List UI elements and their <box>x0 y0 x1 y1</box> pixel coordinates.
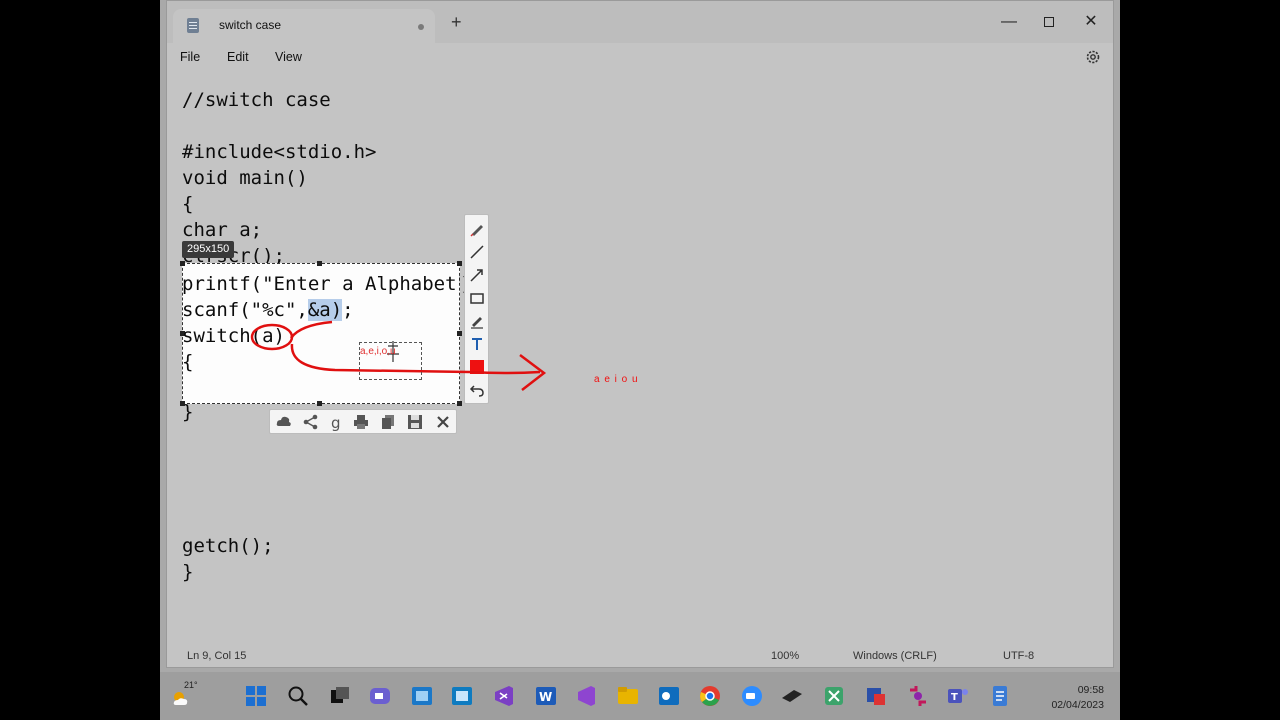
code-line: char a; <box>182 219 263 241</box>
code-line-scanf: scanf("%c",&a); <box>182 297 354 323</box>
rectangle-icon[interactable] <box>468 289 486 307</box>
color-picker-icon[interactable] <box>468 358 486 376</box>
line-ending[interactable]: Windows (CRLF) <box>853 650 937 662</box>
menu-view[interactable]: View <box>275 50 302 64</box>
svg-text:g: g <box>331 414 341 431</box>
app-icon[interactable] <box>450 684 474 708</box>
undo-icon[interactable] <box>468 381 486 399</box>
outlook-icon[interactable] <box>657 684 681 708</box>
maximize-icon <box>1044 16 1054 27</box>
snip-sketch-icon[interactable] <box>906 684 930 708</box>
scanf-prefix: scanf("%c", <box>182 299 308 321</box>
clock-date: 02/04/2023 <box>1051 699 1104 711</box>
text-icon[interactable] <box>468 335 486 353</box>
code-line: void main() <box>182 167 308 189</box>
svg-text:T: T <box>951 692 958 703</box>
code-line: #include<stdio.h> <box>182 141 377 163</box>
close-snip-icon[interactable] <box>434 413 452 431</box>
unsaved-dot-icon[interactable] <box>418 24 424 30</box>
arrow-icon[interactable] <box>468 266 486 284</box>
code-line: switch(a) <box>182 325 285 347</box>
code-line: printf("Enter a Alphabet"); <box>182 273 460 295</box>
document-tab[interactable]: switch case <box>173 9 435 43</box>
zoom-level[interactable]: 100% <box>771 650 799 662</box>
google-search-icon[interactable]: g <box>327 413 345 431</box>
taskbar: 21° W T 09:58 02/04/2023 <box>160 672 1120 720</box>
minimize-button[interactable]: — <box>989 7 1029 37</box>
app-icon[interactable] <box>780 684 804 708</box>
save-icon[interactable] <box>406 413 424 431</box>
print-icon[interactable] <box>352 413 370 431</box>
code-line: { <box>182 351 194 373</box>
marker-icon[interactable] <box>468 312 486 330</box>
settings-gear-icon[interactable] <box>1084 48 1102 66</box>
selected-text: &a) <box>307 299 343 321</box>
scanf-suffix: ; <box>342 299 354 321</box>
code-line: } <box>182 561 194 583</box>
menu-file[interactable]: File <box>180 50 200 64</box>
maximize-button[interactable] <box>1029 7 1069 37</box>
new-tab-button[interactable]: + <box>451 13 462 31</box>
pen-icon[interactable] <box>468 220 486 238</box>
annotation-toolbar <box>464 214 489 404</box>
menu-edit[interactable]: Edit <box>227 50 249 64</box>
svg-text:W: W <box>539 690 552 704</box>
temperature: 21° <box>184 680 198 690</box>
zoom-icon[interactable] <box>740 684 764 708</box>
code-line: getch(); <box>182 535 274 557</box>
notepad-icon <box>187 18 199 33</box>
copy-icon[interactable] <box>379 413 397 431</box>
app-icon[interactable] <box>864 684 888 708</box>
cursor-position: Ln 9, Col 15 <box>187 650 247 662</box>
status-bar: Ln 9, Col 15 100% Windows (CRLF) UTF-8 <box>167 645 1113 667</box>
close-button[interactable]: ✕ <box>1071 7 1111 37</box>
selection-content: printf("Enter a Alphabet"); scanf("%c",&… <box>182 263 460 404</box>
share-icon[interactable] <box>302 413 320 431</box>
annotation-text-inside: a,e,i,o,u <box>360 346 396 357</box>
annotation-text-outside: a e i o u <box>594 374 639 385</box>
visual-studio-icon[interactable] <box>492 684 516 708</box>
teams-chat-icon[interactable] <box>368 684 392 708</box>
vs-code-icon[interactable] <box>574 684 598 708</box>
encoding[interactable]: UTF-8 <box>1003 650 1034 662</box>
line-icon[interactable] <box>468 243 486 261</box>
search-icon[interactable] <box>286 684 310 708</box>
title-bar: switch case + — ✕ <box>167 1 1113 43</box>
code-line: { <box>182 193 194 215</box>
dimensions-badge: 295x150 <box>182 241 235 258</box>
teams-icon[interactable]: T <box>946 684 970 708</box>
windows-start-icon[interactable] <box>244 684 268 708</box>
weather-widget[interactable]: 21° <box>170 680 200 710</box>
upload-cloud-icon[interactable] <box>275 413 293 431</box>
task-view-icon[interactable] <box>328 684 352 708</box>
notepad-taskbar-icon[interactable] <box>988 684 1012 708</box>
word-icon[interactable]: W <box>534 684 558 708</box>
action-toolbar: g <box>269 409 457 434</box>
code-line: //switch case <box>182 89 331 111</box>
menu-bar: File Edit View <box>167 43 1113 73</box>
clock-time: 09:58 <box>1077 684 1104 696</box>
tab-title: switch case <box>219 18 282 32</box>
clock[interactable]: 09:58 02/04/2023 <box>1032 683 1104 713</box>
sun-cloud-icon <box>173 692 188 705</box>
snipping-tool-icon[interactable] <box>822 684 846 708</box>
file-explorer-icon[interactable] <box>616 684 640 708</box>
app-icon[interactable] <box>410 684 434 708</box>
chrome-icon[interactable] <box>698 684 722 708</box>
